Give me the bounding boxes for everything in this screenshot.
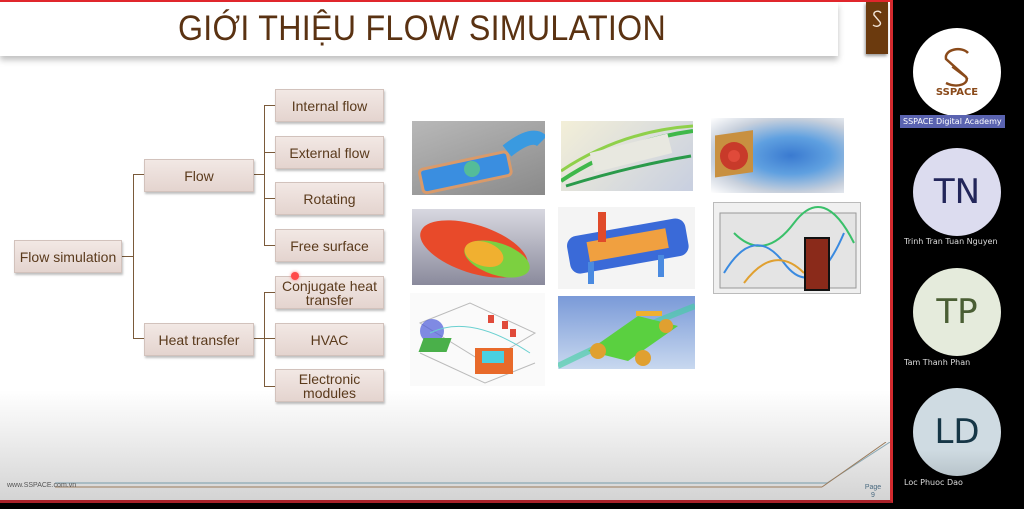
footer-url[interactable]: www.SSPACE.com.vn	[7, 482, 76, 489]
node-conjugate-heat-transfer: Conjugate heat transfer	[275, 276, 384, 309]
participant-host[interactable]: SSPACE	[900, 28, 1024, 116]
meeting-stage: GIỚI THIỆU FLOW SIMULATION Flow simulati…	[0, 0, 1024, 509]
connector	[133, 338, 144, 339]
connector	[264, 105, 265, 245]
node-free-surface: Free surface	[275, 229, 384, 262]
host-name-label: SSPACE Digital Academy	[900, 115, 1005, 128]
external-flow-image	[561, 121, 693, 191]
connector	[264, 152, 275, 153]
node-external-flow: External flow	[275, 136, 384, 169]
connector	[264, 105, 275, 106]
connector	[264, 198, 275, 199]
node-flow: Flow	[144, 159, 254, 192]
pipe-internal-flow-image	[412, 121, 545, 195]
slide-title: GIỚI THIỆU FLOW SIMULATION	[177, 9, 666, 48]
page-indicator: Page 9	[862, 484, 884, 500]
participant-tile[interactable]: TN	[900, 148, 1024, 236]
sspace-avatar: SSPACE	[913, 28, 1001, 116]
sspace-s-logo-icon	[944, 47, 969, 87]
fan-rotating-image	[711, 118, 844, 193]
node-flow-simulation: Flow simulation	[14, 240, 122, 273]
participant-name: Loc Phuoc Dao	[904, 478, 963, 487]
connector	[264, 245, 275, 246]
tank-free-surface-image	[412, 209, 545, 285]
participant-avatar: TN	[913, 148, 1001, 236]
connector	[254, 174, 264, 175]
node-hvac: HVAC	[275, 323, 384, 356]
connector	[133, 174, 144, 175]
corner-logo	[866, 2, 888, 54]
title-bar: GIỚI THIỆU FLOW SIMULATION	[0, 2, 838, 56]
laser-pointer	[291, 272, 299, 280]
heat-exchanger-image	[558, 207, 695, 289]
node-rotating: Rotating	[275, 182, 384, 215]
footer-lines	[55, 442, 890, 488]
participant-tile[interactable]: TP	[900, 268, 1024, 356]
sspace-wordmark: SSPACE	[935, 86, 979, 98]
connector	[264, 386, 275, 387]
page-number: 9	[871, 492, 875, 499]
participant-tile[interactable]: LD	[900, 388, 1024, 476]
connector	[133, 174, 134, 339]
connector	[122, 256, 133, 257]
race-car-image	[558, 296, 695, 369]
page-label: Page	[864, 484, 882, 491]
participant-avatar: LD	[913, 388, 1001, 476]
connector	[264, 292, 265, 386]
participant-avatar: TP	[913, 268, 1001, 356]
connector	[264, 292, 275, 293]
presentation-slide: GIỚI THIỆU FLOW SIMULATION Flow simulati…	[0, 0, 893, 503]
sspace-s-logo-icon	[872, 10, 882, 27]
connector	[264, 338, 275, 339]
node-internal-flow: Internal flow	[275, 89, 384, 122]
participant-name: Trinh Tran Tuan Nguyen	[904, 237, 998, 246]
participant-name: Tam Thanh Phan	[904, 358, 971, 367]
room-hvac-image	[713, 202, 861, 294]
node-heat-transfer: Heat transfer	[144, 323, 254, 356]
connector	[254, 338, 264, 339]
electronics-cooling-image	[410, 293, 545, 386]
node-electronic-modules: Electronic modules	[275, 369, 384, 402]
